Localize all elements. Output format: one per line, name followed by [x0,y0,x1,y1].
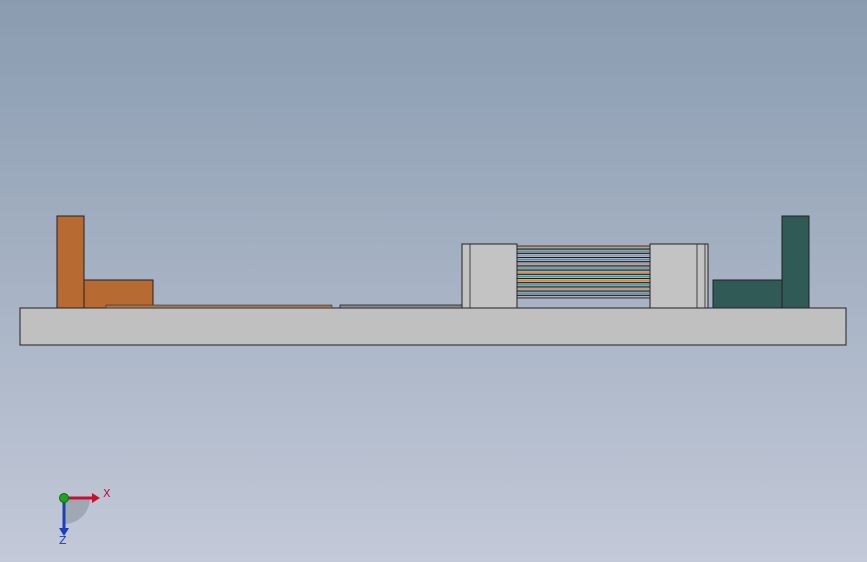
thin-strip-left[interactable] [105,304,333,309]
x-axis-arrow [92,493,100,503]
cad-viewport[interactable]: X Z [0,0,867,562]
z-axis-label: Z [59,534,67,547]
thin-strip-middle[interactable] [339,304,463,309]
left-bracket-upright[interactable] [56,215,85,309]
right-bracket-foot[interactable] [712,279,783,309]
triad-rotation-arc [64,498,90,524]
orientation-triad[interactable]: X Z [50,480,120,550]
right-bracket-upright[interactable] [781,215,810,309]
left-bracket-foot[interactable] [83,279,154,309]
x-axis-label: X [103,487,111,500]
model-view[interactable] [0,0,867,562]
striped-coil[interactable] [517,246,650,298]
center-block-right[interactable] [649,243,709,309]
base-plate[interactable] [19,307,847,346]
y-axis-dot [59,493,69,503]
